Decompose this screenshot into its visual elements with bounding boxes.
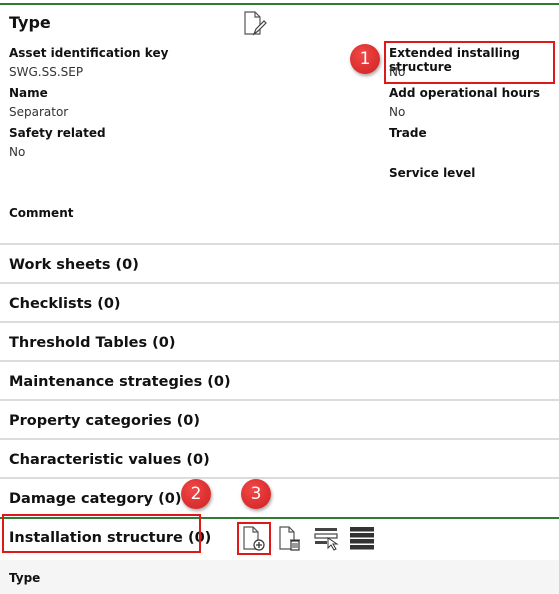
section-work-sheets[interactable]: Work sheets (0) bbox=[9, 257, 139, 273]
edit-document-icon[interactable] bbox=[242, 10, 268, 38]
table-header: Type bbox=[0, 560, 559, 594]
divider bbox=[0, 321, 559, 323]
asset-key-label: Asset identification key bbox=[9, 46, 169, 60]
delete-document-icon[interactable] bbox=[276, 524, 304, 552]
comment-label: Comment bbox=[9, 206, 74, 220]
divider bbox=[0, 282, 559, 284]
column-header-type[interactable]: Type bbox=[9, 571, 40, 585]
highlight-box-2 bbox=[2, 514, 201, 553]
asset-key-value: SWG.SS.SEP bbox=[9, 65, 84, 79]
divider bbox=[0, 360, 559, 362]
add-document-icon[interactable] bbox=[240, 524, 268, 552]
safety-related-label: Safety related bbox=[9, 126, 106, 140]
section-property-categories[interactable]: Property categories (0) bbox=[9, 413, 200, 429]
add-operational-hours-value: No bbox=[389, 105, 406, 119]
select-row-icon[interactable] bbox=[313, 524, 341, 552]
divider bbox=[0, 477, 559, 479]
trade-label: Trade bbox=[389, 126, 427, 140]
divider bbox=[0, 438, 559, 440]
name-label: Name bbox=[9, 86, 48, 100]
section-threshold-tables[interactable]: Threshold Tables (0) bbox=[9, 335, 176, 351]
section-maintenance-strategies[interactable]: Maintenance strategies (0) bbox=[9, 374, 231, 390]
page-title: Type bbox=[9, 13, 51, 32]
annotation-badge-3: 3 bbox=[241, 479, 271, 509]
section-damage-category[interactable]: Damage category (0) bbox=[9, 491, 181, 507]
list-view-icon[interactable] bbox=[348, 524, 376, 552]
annotation-badge-2: 2 bbox=[181, 479, 211, 509]
highlight-box-1 bbox=[384, 41, 555, 84]
section-checklists[interactable]: Checklists (0) bbox=[9, 296, 121, 312]
divider bbox=[0, 243, 559, 245]
safety-related-value: No bbox=[9, 145, 26, 159]
section-characteristic-values[interactable]: Characteristic values (0) bbox=[9, 452, 210, 468]
annotation-badge-1: 1 bbox=[350, 44, 380, 74]
divider bbox=[0, 399, 559, 401]
add-operational-hours-label: Add operational hours bbox=[389, 86, 541, 100]
top-divider bbox=[0, 3, 559, 5]
name-value: Separator bbox=[9, 105, 69, 119]
service-level-label: Service level bbox=[389, 166, 476, 180]
